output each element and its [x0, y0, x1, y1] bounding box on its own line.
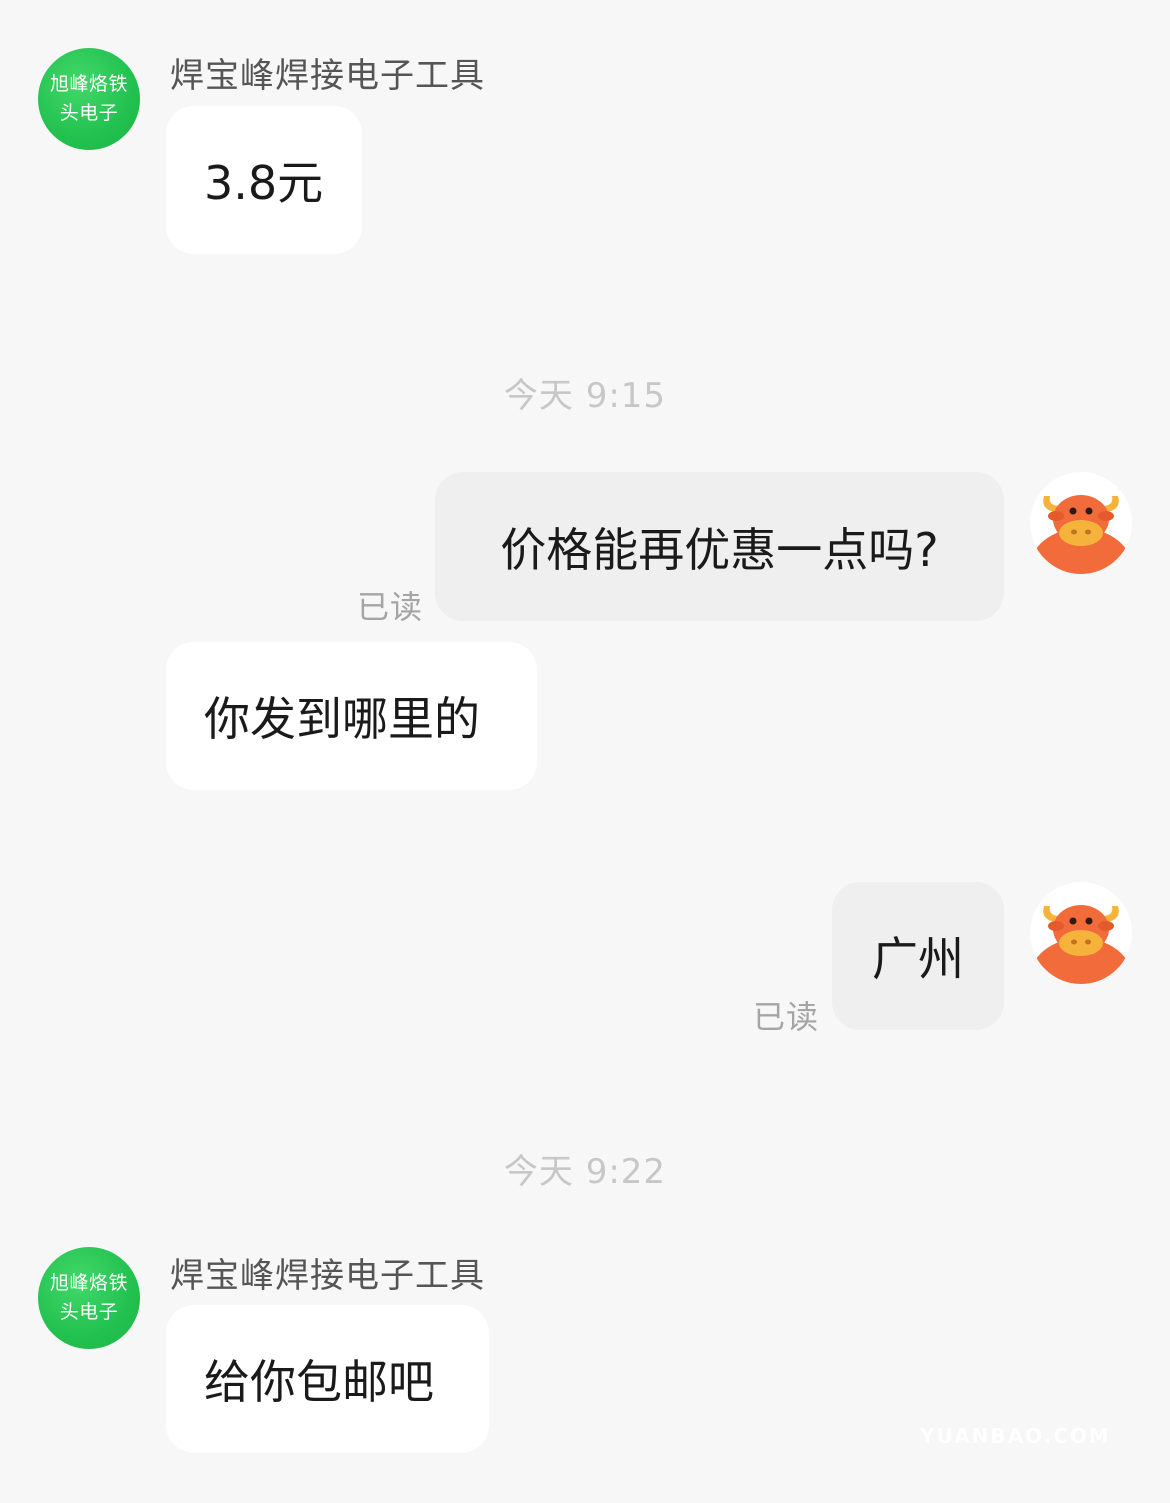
message-bubble-incoming[interactable]: 给你包邮吧	[166, 1305, 489, 1453]
message-text: 给你包邮吧	[204, 1355, 434, 1409]
user-avatar[interactable]	[1030, 882, 1132, 984]
message-text: 3.8元	[204, 156, 324, 210]
user-avatar[interactable]	[1030, 472, 1132, 574]
sender-name: 焊宝峰焊接电子工具	[170, 56, 485, 96]
cow-avatar-icon	[1030, 882, 1132, 984]
shop-avatar[interactable]: 旭峰烙铁 头电子	[38, 48, 140, 150]
sender-name: 焊宝峰焊接电子工具	[170, 1256, 485, 1296]
timestamp: 今天 9:15	[503, 376, 667, 416]
timestamp: 今天 9:22	[503, 1152, 667, 1192]
message-text: 你发到哪里的	[204, 692, 480, 746]
cow-avatar-icon	[1030, 472, 1132, 574]
shop-avatar-line1: 旭峰烙铁	[49, 73, 128, 95]
message-bubble-outgoing[interactable]: 价格能再优惠一点吗?	[435, 472, 1004, 621]
shop-avatar-line2: 头电子	[59, 1301, 119, 1323]
shop-avatar-line2: 头电子	[59, 102, 119, 124]
message-bubble-incoming[interactable]: 你发到哪里的	[166, 642, 537, 790]
shop-avatar-line1: 旭峰烙铁	[49, 1272, 128, 1294]
read-status: 已读	[357, 588, 424, 626]
message-bubble-outgoing[interactable]: 广州	[832, 882, 1004, 1030]
shop-avatar[interactable]: 旭峰烙铁 头电子	[38, 1247, 140, 1349]
read-status: 已读	[753, 998, 820, 1036]
message-text: 广州	[872, 932, 964, 986]
message-bubble-incoming[interactable]: 3.8元	[166, 106, 362, 254]
message-text: 价格能再优惠一点吗?	[500, 522, 939, 577]
watermark: YUANBAO.COM	[920, 1424, 1111, 1448]
